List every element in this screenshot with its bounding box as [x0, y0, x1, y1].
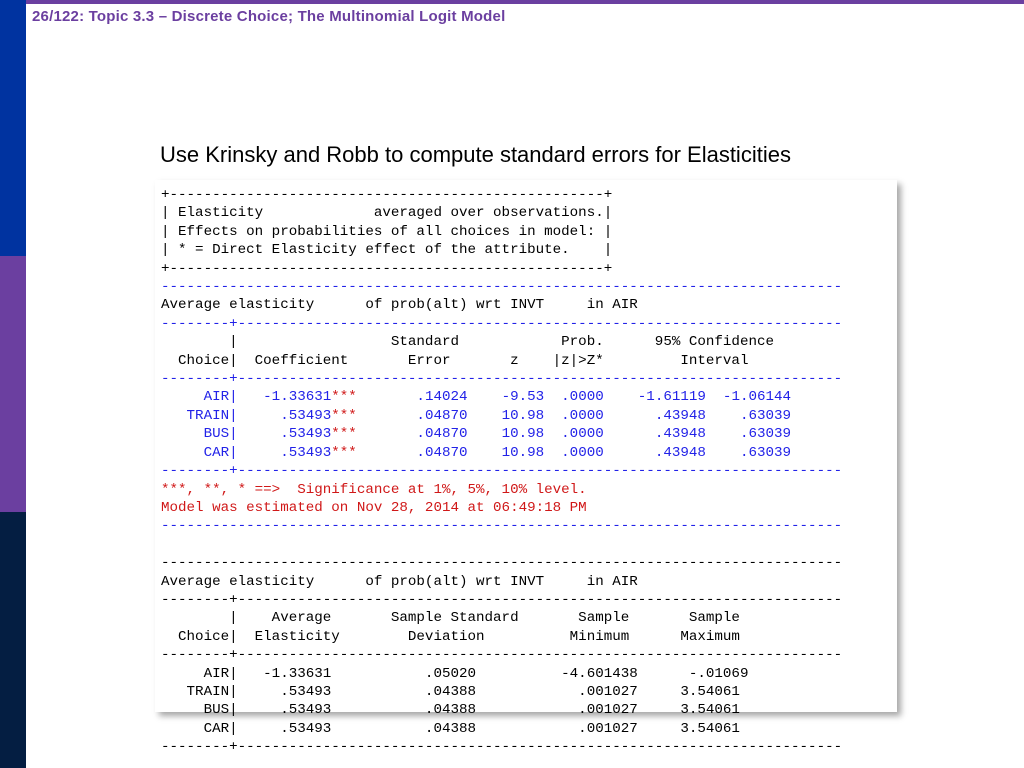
table2-row-car: CAR| .53493 .04388 .001027 3.54061 [161, 721, 740, 737]
left-color-strip [0, 0, 26, 768]
strip-segment-purple [0, 256, 26, 512]
box-line-elasticity: | Elasticity averaged over observations.… [161, 205, 612, 221]
output-text: +---------------------------------------… [155, 180, 897, 763]
table1-row-bus-a: BUS| .53493 [161, 426, 331, 442]
section2-title: Average elasticity of prob(alt) wrt INVT… [161, 574, 638, 590]
output-panel: +---------------------------------------… [155, 180, 897, 712]
sig-stars: *** [331, 445, 357, 461]
table1-row-train-b: .04870 10.98 .0000 .43948 .63039 [357, 408, 791, 424]
box-border-top: +---------------------------------------… [161, 187, 612, 203]
box-line-effects: | Effects on probabilities of all choice… [161, 224, 612, 240]
slide: 26/122: Topic 3.3 – Discrete Choice; The… [0, 0, 1024, 768]
table2-row-bus: BUS| .53493 .04388 .001027 3.54061 [161, 702, 740, 718]
table2-header-a: | Average Sample Standard Sample Sample [161, 610, 740, 626]
rule-sep: --------+-------------------------------… [161, 371, 842, 387]
rule: ----------------------------------------… [161, 518, 842, 534]
model-timestamp: Model was estimated on Nov 28, 2014 at 0… [161, 500, 587, 516]
rule-sep: --------+-------------------------------… [161, 592, 842, 608]
rule: ----------------------------------------… [161, 555, 842, 571]
rule-sep: --------+-------------------------------… [161, 647, 842, 663]
strip-segment-blue [0, 0, 26, 256]
box-border-bottom: +---------------------------------------… [161, 261, 612, 277]
table1-row-train-a: TRAIN| .53493 [161, 408, 331, 424]
slide-subtitle: Use Krinsky and Robb to compute standard… [160, 142, 791, 168]
top-accent-bar [0, 0, 1024, 4]
table1-row-air-b: .14024 -9.53 .0000 -1.61119 -1.06144 [357, 389, 791, 405]
table1-header-a: | Standard Prob. 95% Confidence [161, 334, 774, 350]
rule-sep: --------+-------------------------------… [161, 739, 842, 755]
section1-title: Average elasticity of prob(alt) wrt INVT… [161, 297, 638, 313]
strip-segment-navy [0, 512, 26, 768]
page-title: 26/122: Topic 3.3 – Discrete Choice; The… [32, 8, 505, 25]
significance-legend: ***, **, * ==> Significance at 1%, 5%, 1… [161, 482, 587, 498]
rule-sep: --------+-------------------------------… [161, 316, 842, 332]
table1-row-air-a: AIR| -1.33631 [161, 389, 331, 405]
box-line-direct: | * = Direct Elasticity effect of the at… [161, 242, 612, 258]
table2-row-train: TRAIN| .53493 .04388 .001027 3.54061 [161, 684, 740, 700]
rule-sep: --------+-------------------------------… [161, 463, 842, 479]
table1-row-car-b: .04870 10.98 .0000 .43948 .63039 [357, 445, 791, 461]
table2-header-b: Choice| Elasticity Deviation Minimum Max… [161, 629, 740, 645]
table1-row-bus-b: .04870 10.98 .0000 .43948 .63039 [357, 426, 791, 442]
table1-row-car-a: CAR| .53493 [161, 445, 331, 461]
sig-stars: *** [331, 408, 357, 424]
sig-stars: *** [331, 389, 357, 405]
table1-header-b: Choice| Coefficient Error z |z|>Z* Inter… [161, 353, 748, 369]
table2-row-air: AIR| -1.33631 .05020 -4.601438 -.01069 [161, 666, 748, 682]
rule: ----------------------------------------… [161, 279, 842, 295]
sig-stars: *** [331, 426, 357, 442]
